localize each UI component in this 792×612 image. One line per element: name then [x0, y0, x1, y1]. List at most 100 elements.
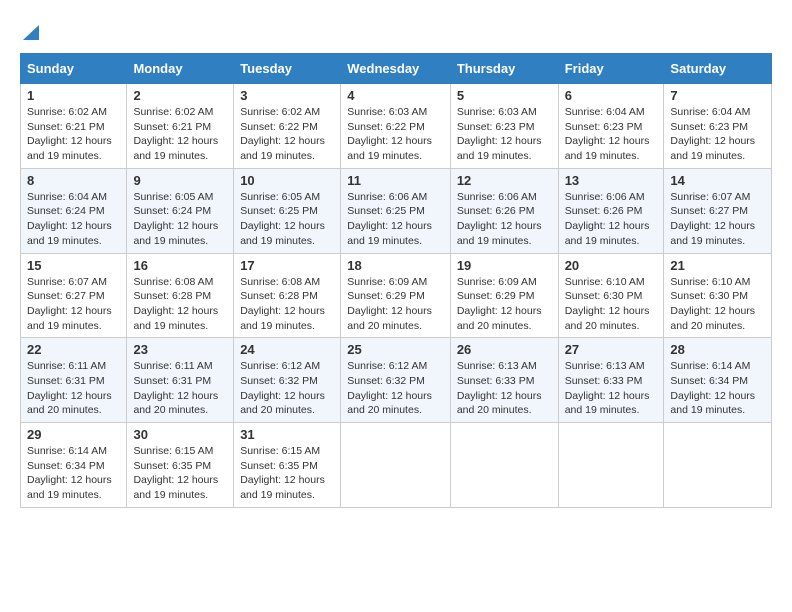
calendar-cell: 7Sunrise: 6:04 AMSunset: 6:23 PMDaylight… [664, 84, 772, 169]
calendar-cell: 10Sunrise: 6:05 AMSunset: 6:25 PMDayligh… [234, 168, 341, 253]
day-number: 10 [240, 173, 334, 188]
day-number: 30 [133, 427, 227, 442]
calendar-cell [558, 423, 664, 508]
calendar-week-row: 1 Sunrise: 6:02 AMSunset: 6:21 PMDaylight… [21, 84, 772, 169]
calendar-cell [450, 423, 558, 508]
calendar-cell: 4 Sunrise: 6:03 AMSunset: 6:22 PMDaylight… [341, 84, 451, 169]
day-info: Sunrise: 6:09 AMSunset: 6:29 PMDaylight:… [457, 276, 542, 332]
calendar-cell: 20 Sunrise: 6:10 AMSunset: 6:30 PMDayligh… [558, 253, 664, 338]
day-info: Sunrise: 6:04 AMSunset: 6:23 PMDaylight:… [670, 106, 755, 162]
calendar-week-row: 8 Sunrise: 6:04 AMSunset: 6:24 PMDaylight… [21, 168, 772, 253]
calendar-cell: 15Sunrise: 6:07 AMSunset: 6:27 PMDayligh… [21, 253, 127, 338]
calendar-cell: 25 Sunrise: 6:12 AMSunset: 6:32 PMDayligh… [341, 338, 451, 423]
page-header [20, 20, 772, 43]
calendar-cell: 18 Sunrise: 6:09 AMSunset: 6:29 PMDayligh… [341, 253, 451, 338]
calendar-cell: 9Sunrise: 6:05 AMSunset: 6:24 PMDaylight… [127, 168, 234, 253]
day-number: 31 [240, 427, 334, 442]
day-number: 25 [347, 342, 444, 357]
day-info: Sunrise: 6:03 AMSunset: 6:23 PMDaylight:… [457, 106, 542, 162]
day-info: Sunrise: 6:13 AMSunset: 6:33 PMDaylight:… [565, 360, 650, 416]
day-number: 16 [133, 258, 227, 273]
calendar-cell: 2Sunrise: 6:02 AMSunset: 6:21 PMDaylight… [127, 84, 234, 169]
day-number: 28 [670, 342, 765, 357]
calendar-cell: 19 Sunrise: 6:09 AMSunset: 6:29 PMDayligh… [450, 253, 558, 338]
day-info: Sunrise: 6:15 AMSunset: 6:35 PMDaylight:… [133, 445, 218, 501]
calendar-table: SundayMondayTuesdayWednesdayThursdayFrid… [20, 53, 772, 508]
calendar-cell: 6 Sunrise: 6:04 AMSunset: 6:23 PMDaylight… [558, 84, 664, 169]
day-info: Sunrise: 6:02 AMSunset: 6:22 PMDaylight:… [240, 106, 325, 162]
day-number: 11 [347, 173, 444, 188]
day-number: 1 [27, 88, 120, 103]
calendar-cell: 8 Sunrise: 6:04 AMSunset: 6:24 PMDaylight… [21, 168, 127, 253]
day-info: Sunrise: 6:02 AMSunset: 6:21 PMDaylight:… [27, 106, 112, 162]
day-number: 2 [133, 88, 227, 103]
calendar-cell: 28 Sunrise: 6:14 AMSunset: 6:34 PMDayligh… [664, 338, 772, 423]
day-info: Sunrise: 6:14 AMSunset: 6:34 PMDaylight:… [670, 360, 755, 416]
day-info: Sunrise: 6:07 AMSunset: 6:27 PMDaylight:… [670, 191, 755, 247]
weekday-header: Monday [127, 54, 234, 84]
day-number: 3 [240, 88, 334, 103]
day-number: 4 [347, 88, 444, 103]
day-number: 5 [457, 88, 552, 103]
logo [20, 20, 39, 43]
day-info: Sunrise: 6:06 AMSunset: 6:26 PMDaylight:… [457, 191, 542, 247]
day-number: 17 [240, 258, 334, 273]
header-row: SundayMondayTuesdayWednesdayThursdayFrid… [21, 54, 772, 84]
day-number: 12 [457, 173, 552, 188]
calendar-cell: 27 Sunrise: 6:13 AMSunset: 6:33 PMDayligh… [558, 338, 664, 423]
day-number: 19 [457, 258, 552, 273]
calendar-cell [664, 423, 772, 508]
day-info: Sunrise: 6:09 AMSunset: 6:29 PMDaylight:… [347, 276, 432, 332]
day-info: Sunrise: 6:14 AMSunset: 6:34 PMDaylight:… [27, 445, 112, 501]
day-info: Sunrise: 6:10 AMSunset: 6:30 PMDaylight:… [670, 276, 755, 332]
calendar-cell: 1 Sunrise: 6:02 AMSunset: 6:21 PMDaylight… [21, 84, 127, 169]
day-number: 22 [27, 342, 120, 357]
day-info: Sunrise: 6:11 AMSunset: 6:31 PMDaylight:… [133, 360, 218, 416]
day-number: 18 [347, 258, 444, 273]
day-info: Sunrise: 6:05 AMSunset: 6:24 PMDaylight:… [133, 191, 218, 247]
day-number: 20 [565, 258, 658, 273]
calendar-cell: 12 Sunrise: 6:06 AMSunset: 6:26 PMDayligh… [450, 168, 558, 253]
calendar-week-row: 15Sunrise: 6:07 AMSunset: 6:27 PMDayligh… [21, 253, 772, 338]
weekday-header: Wednesday [341, 54, 451, 84]
weekday-header: Saturday [664, 54, 772, 84]
day-info: Sunrise: 6:08 AMSunset: 6:28 PMDaylight:… [240, 276, 325, 332]
weekday-header: Sunday [21, 54, 127, 84]
calendar-cell: 3 Sunrise: 6:02 AMSunset: 6:22 PMDaylight… [234, 84, 341, 169]
day-number: 21 [670, 258, 765, 273]
day-number: 15 [27, 258, 120, 273]
calendar-cell: 5 Sunrise: 6:03 AMSunset: 6:23 PMDaylight… [450, 84, 558, 169]
day-info: Sunrise: 6:12 AMSunset: 6:32 PMDaylight:… [347, 360, 432, 416]
logo-icon [23, 20, 39, 40]
day-info: Sunrise: 6:04 AMSunset: 6:24 PMDaylight:… [27, 191, 112, 247]
calendar-cell: 22 Sunrise: 6:11 AMSunset: 6:31 PMDayligh… [21, 338, 127, 423]
day-info: Sunrise: 6:03 AMSunset: 6:22 PMDaylight:… [347, 106, 432, 162]
day-info: Sunrise: 6:10 AMSunset: 6:30 PMDaylight:… [565, 276, 650, 332]
day-number: 6 [565, 88, 658, 103]
weekday-header: Friday [558, 54, 664, 84]
calendar-cell: 23Sunrise: 6:11 AMSunset: 6:31 PMDayligh… [127, 338, 234, 423]
day-number: 27 [565, 342, 658, 357]
calendar-cell: 26Sunrise: 6:13 AMSunset: 6:33 PMDayligh… [450, 338, 558, 423]
day-number: 8 [27, 173, 120, 188]
calendar-cell: 11Sunrise: 6:06 AMSunset: 6:25 PMDayligh… [341, 168, 451, 253]
weekday-header: Thursday [450, 54, 558, 84]
calendar-cell: 30 Sunrise: 6:15 AMSunset: 6:35 PMDayligh… [127, 423, 234, 508]
calendar-cell: 24Sunrise: 6:12 AMSunset: 6:32 PMDayligh… [234, 338, 341, 423]
day-number: 14 [670, 173, 765, 188]
day-info: Sunrise: 6:12 AMSunset: 6:32 PMDaylight:… [240, 360, 325, 416]
calendar-cell: 29 Sunrise: 6:14 AMSunset: 6:34 PMDayligh… [21, 423, 127, 508]
day-number: 13 [565, 173, 658, 188]
day-number: 29 [27, 427, 120, 442]
calendar-cell: 16 Sunrise: 6:08 AMSunset: 6:28 PMDayligh… [127, 253, 234, 338]
day-info: Sunrise: 6:06 AMSunset: 6:26 PMDaylight:… [565, 191, 650, 247]
calendar-week-row: 29 Sunrise: 6:14 AMSunset: 6:34 PMDayligh… [21, 423, 772, 508]
calendar-cell: 21 Sunrise: 6:10 AMSunset: 6:30 PMDayligh… [664, 253, 772, 338]
calendar-cell [341, 423, 451, 508]
day-info: Sunrise: 6:04 AMSunset: 6:23 PMDaylight:… [565, 106, 650, 162]
day-info: Sunrise: 6:11 AMSunset: 6:31 PMDaylight:… [27, 360, 112, 416]
day-info: Sunrise: 6:08 AMSunset: 6:28 PMDaylight:… [133, 276, 218, 332]
calendar-cell: 31Sunrise: 6:15 AMSunset: 6:35 PMDayligh… [234, 423, 341, 508]
calendar-cell: 14 Sunrise: 6:07 AMSunset: 6:27 PMDayligh… [664, 168, 772, 253]
weekday-header: Tuesday [234, 54, 341, 84]
